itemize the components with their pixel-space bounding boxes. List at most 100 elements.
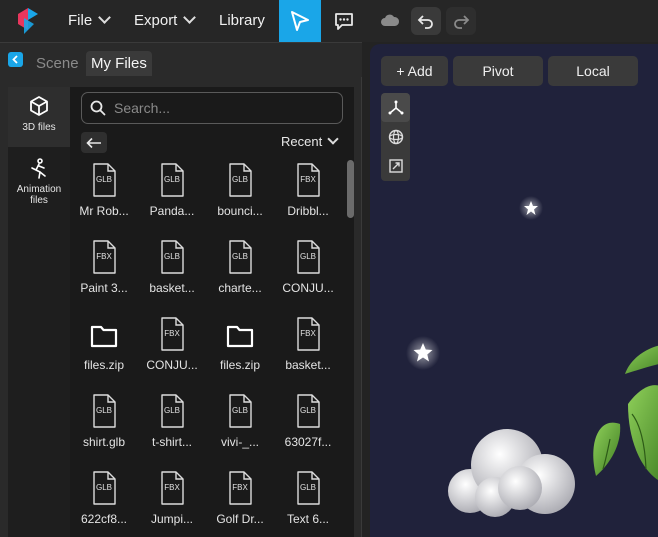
redo-button[interactable] [446,7,476,35]
file-item[interactable]: FBX Jumpi... [138,471,206,537]
file-item[interactable]: GLB shirt.glb [70,394,138,466]
file-item[interactable]: files.zip [206,317,274,389]
search-icon [90,100,106,116]
file-item[interactable]: GLB vivi-_... [206,394,274,466]
file-name: CONJU... [282,281,334,295]
file-type-icon: FBX [160,317,184,351]
search-box[interactable] [81,92,343,124]
file-item[interactable]: FBX CONJU... [138,317,206,389]
file-item[interactable]: FBX basket... [274,317,342,389]
folder-icon [90,317,118,351]
file-type-label: FBX [232,483,248,492]
file-name: charte... [218,281,262,295]
file-item[interactable]: GLB charte... [206,240,274,312]
file-type-icon: FBX [296,163,320,197]
assets-panel: Scene My Files 3D files Animation files [0,42,362,537]
file-type-label: GLB [163,252,180,261]
cloud-icon [381,14,400,26]
file-name: Panda... [149,204,195,218]
top-bar: File Export Library [0,0,658,42]
sidebar-item-3d-files[interactable]: 3D files [8,87,70,147]
file-type-label: GLB [95,175,112,184]
file-category-nav: 3D files Animation files [8,87,70,537]
file-browser: Recent GLB Mr Rob... GLB Panda... GLB bounci.… [70,87,354,537]
file-name: 63027f... [284,435,332,449]
running-figure-icon [31,158,46,179]
file-item[interactable]: GLB Text 6... [274,471,342,537]
folder-icon [226,317,254,351]
cube-icon [30,96,48,116]
file-name: basket... [149,281,195,295]
file-item[interactable]: GLB Panda... [138,163,206,235]
file-type-icon: GLB [296,240,320,274]
file-item[interactable]: GLB t-shirt... [138,394,206,466]
undo-button[interactable] [411,7,441,35]
file-item[interactable]: GLB basket... [138,240,206,312]
undo-icon [417,15,433,29]
file-type-icon: GLB [160,240,184,274]
file-menu[interactable]: File [68,0,112,42]
local-button[interactable]: Local [548,56,638,86]
file-type-icon: FBX [296,317,320,351]
file-item[interactable]: GLB 63027f... [274,394,342,466]
sidebar-item-label: 3D files [22,122,56,133]
file-item[interactable]: GLB CONJU... [274,240,342,312]
file-type-icon: GLB [228,163,252,197]
export-menu[interactable]: Export [134,0,197,42]
sort-dropdown[interactable]: Recent [281,133,339,149]
file-type-icon: GLB [228,394,252,428]
file-item[interactable]: FBX Paint 3... [70,240,138,312]
file-type-icon: GLB [92,471,116,505]
file-type-icon: GLB [160,163,184,197]
select-tool-button[interactable] [279,0,321,42]
file-type-label: FBX [300,329,316,338]
file-type-label: GLB [299,252,316,261]
file-type-label: GLB [231,406,248,415]
file-type-label: GLB [163,406,180,415]
axis-move-icon [388,100,403,114]
file-type-icon: GLB [92,394,116,428]
pivot-button[interactable]: Pivot [453,56,543,86]
file-type-label: GLB [299,406,316,415]
3d-viewport[interactable]: + Add Pivot Local [370,44,658,537]
plant-model [593,345,658,480]
tab-my-files[interactable]: My Files [86,51,152,76]
sidebar-item-animation-files[interactable]: Animation files [8,153,70,213]
file-list-scrollbar[interactable] [347,160,354,218]
back-button[interactable] [81,132,107,153]
file-item[interactable]: FBX Golf Dr... [206,471,274,537]
rotate-globe-icon [388,129,403,144]
sort-label: Recent [281,134,323,149]
file-item[interactable]: files.zip [70,317,138,389]
file-type-icon: GLB [296,471,320,505]
file-item[interactable]: GLB Mr Rob... [70,163,138,235]
file-name: files.zip [83,358,124,372]
file-menu-label: File [68,12,93,29]
collapse-panel-button[interactable] [8,52,23,67]
scale-tool-button[interactable] [381,151,410,180]
file-name: 622cf8... [80,512,128,526]
file-name: basket... [285,358,331,372]
comment-button[interactable] [328,0,360,42]
library-menu[interactable]: Library [219,0,265,42]
redo-icon [454,15,470,29]
file-name: Golf Dr... [216,512,264,526]
file-type-label: GLB [163,175,180,184]
rotate-tool-button[interactable] [381,122,410,151]
scene-render [406,196,658,517]
file-type-label: FBX [96,252,112,261]
tab-scene[interactable]: Scene [31,51,84,76]
cloud-sync-button[interactable] [374,0,406,42]
move-tool-button[interactable] [381,93,410,122]
file-type-label: GLB [95,483,112,492]
chevron-left-icon [12,55,18,64]
file-type-icon: GLB [160,394,184,428]
add-button[interactable]: + Add [381,56,448,86]
file-item[interactable]: FBX Dribbl... [274,163,342,235]
arrow-left-icon [86,137,101,148]
file-name: shirt.glb [82,435,126,449]
file-item[interactable]: GLB bounci... [206,163,274,235]
app-logo-icon[interactable] [12,4,46,38]
search-input[interactable] [114,100,324,116]
file-item[interactable]: GLB 622cf8... [70,471,138,537]
